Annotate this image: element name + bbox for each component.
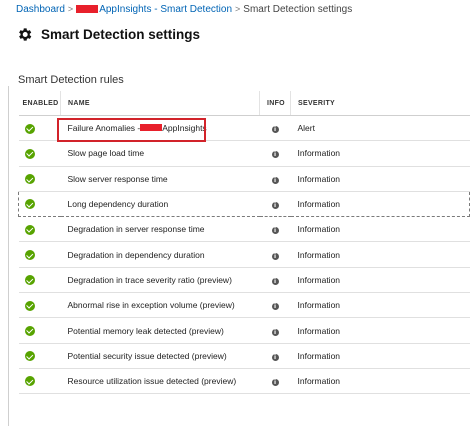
info-icon[interactable]: i <box>271 176 279 184</box>
table-row[interactable]: Abnormal rise in exception volume (previ… <box>18 292 470 319</box>
enabled-cell <box>18 317 61 344</box>
enabled-cell <box>18 216 61 243</box>
rule-name[interactable]: Slow server response time <box>60 166 260 192</box>
severity-cell: Information <box>290 292 470 319</box>
breadcrumb-smart-detection-link[interactable]: AppInsights - Smart Detection <box>76 4 232 15</box>
severity-cell: Information <box>290 317 470 344</box>
severity-cell: Alert <box>290 115 470 142</box>
info-icon[interactable]: i <box>271 126 279 134</box>
enabled-cell <box>18 241 61 268</box>
rule-name[interactable]: Failure Anomalies - AppInsights <box>60 115 260 142</box>
enabled-cell <box>18 267 61 294</box>
info-cell: i <box>259 241 291 268</box>
enabled-cell <box>18 368 61 395</box>
info-icon[interactable]: i <box>271 303 279 311</box>
severity-cell: Information <box>290 343 470 369</box>
rule-name[interactable]: Potential security issue detected (previ… <box>60 343 260 369</box>
info-cell: i <box>259 317 291 344</box>
column-header-info[interactable]: INFO <box>259 91 291 116</box>
info-icon[interactable]: i <box>271 277 279 285</box>
enabled-cell <box>18 190 61 218</box>
enabled-check-icon[interactable] <box>24 275 35 286</box>
severity-cell: Information <box>290 190 470 218</box>
rule-name[interactable]: Slow page load time <box>60 140 260 167</box>
rule-name[interactable]: Abnormal rise in exception volume (previ… <box>60 292 260 319</box>
severity-cell: Information <box>290 241 470 268</box>
enabled-check-icon[interactable] <box>24 250 35 260</box>
breadcrumb-current: Smart Detection settings <box>243 4 353 15</box>
severity-cell: Information <box>290 267 470 294</box>
rule-name[interactable]: Resource utilization issue detected (pre… <box>60 368 260 395</box>
info-cell: i <box>259 140 291 167</box>
column-header-name[interactable]: NAME <box>60 91 260 116</box>
enabled-check-icon[interactable] <box>25 199 35 210</box>
page-title: Smart Detection settings <box>41 26 201 42</box>
enabled-check-icon[interactable] <box>24 224 35 235</box>
rule-name[interactable]: Long dependency duration <box>60 190 260 218</box>
section-title: Smart Detection rules <box>18 74 124 86</box>
rule-name[interactable]: Degradation in dependency duration <box>60 241 260 268</box>
table-row[interactable]: Slow server response time i Information <box>18 166 470 192</box>
enabled-check-icon[interactable] <box>24 325 35 336</box>
severity-cell: Information <box>290 140 470 167</box>
table-row[interactable]: Potential security issue detected (previ… <box>18 343 470 369</box>
redaction-mark <box>76 5 99 13</box>
enabled-cell <box>18 343 61 369</box>
table-row[interactable]: Resource utilization issue detected (pre… <box>18 368 470 395</box>
rule-name[interactable]: Potential memory leak detected (preview) <box>60 317 260 344</box>
info-icon[interactable]: i <box>271 379 279 387</box>
info-icon[interactable]: i <box>271 202 279 210</box>
info-cell: i <box>259 166 291 192</box>
enabled-cell <box>18 140 61 167</box>
info-cell: i <box>259 368 291 395</box>
info-cell: i <box>259 343 291 369</box>
enabled-check-icon[interactable] <box>24 174 35 185</box>
rule-name[interactable]: Degradation in trace severity ratio (pre… <box>60 267 260 294</box>
table-row[interactable]: Degradation in server response time i Info… <box>18 216 470 243</box>
table-row[interactable]: Long dependency duration i Information <box>18 190 470 218</box>
table-row[interactable]: Slow page load time i Information <box>18 140 470 167</box>
severity-cell: Information <box>290 368 470 395</box>
redaction-mark <box>140 124 163 132</box>
info-cell: i <box>259 216 291 243</box>
gear-icon <box>19 27 32 41</box>
info-icon[interactable]: i <box>271 227 279 235</box>
rules-table: ENABLED NAME INFO SEVERITY Failure Anoma… <box>18 91 470 395</box>
column-header-severity[interactable]: SEVERITY <box>290 91 470 116</box>
table-row[interactable]: Potential memory leak detected (preview)… <box>18 317 470 344</box>
info-icon[interactable]: i <box>271 353 279 361</box>
breadcrumb-dashboard-link[interactable]: Dashboard <box>16 4 65 15</box>
enabled-cell <box>18 166 61 192</box>
breadcrumb: Dashboard > AppInsights - Smart Detection >… <box>16 4 352 15</box>
breadcrumb-middle-label: AppInsights - Smart Detection <box>99 4 233 15</box>
info-cell: i <box>259 292 291 319</box>
table-row[interactable]: Failure Anomalies - AppInsights i Alert <box>18 115 470 142</box>
rule-name[interactable]: Degradation in server response time <box>60 216 260 243</box>
table-row[interactable]: Degradation in dependency duration i Infor… <box>18 241 470 268</box>
info-cell: i <box>259 115 291 142</box>
enabled-check-icon[interactable] <box>24 300 35 311</box>
breadcrumb-separator: > <box>235 4 241 14</box>
enabled-check-icon[interactable] <box>24 123 35 134</box>
page-header: Smart Detection settings <box>16 22 200 46</box>
breadcrumb-separator: > <box>67 4 74 14</box>
enabled-check-icon[interactable] <box>24 376 35 387</box>
column-header-enabled[interactable]: ENABLED <box>18 91 61 116</box>
info-icon[interactable]: i <box>271 151 279 159</box>
table-row[interactable]: Degradation in trace severity ratio (pre… <box>18 267 470 294</box>
info-icon[interactable]: i <box>271 252 279 260</box>
enabled-check-icon[interactable] <box>24 351 35 362</box>
info-icon[interactable]: i <box>271 328 279 336</box>
enabled-check-icon[interactable] <box>24 148 35 159</box>
info-cell: i <box>259 267 291 294</box>
rule-name-prefix: Failure Anomalies - <box>67 123 141 134</box>
table-header-row: ENABLED NAME INFO SEVERITY <box>18 91 470 116</box>
enabled-cell <box>18 115 61 142</box>
enabled-cell <box>18 292 61 319</box>
info-cell: i <box>259 190 291 218</box>
severity-cell: Information <box>290 216 470 243</box>
rule-name-suffix: AppInsights <box>162 123 207 134</box>
severity-cell: Information <box>290 166 470 192</box>
